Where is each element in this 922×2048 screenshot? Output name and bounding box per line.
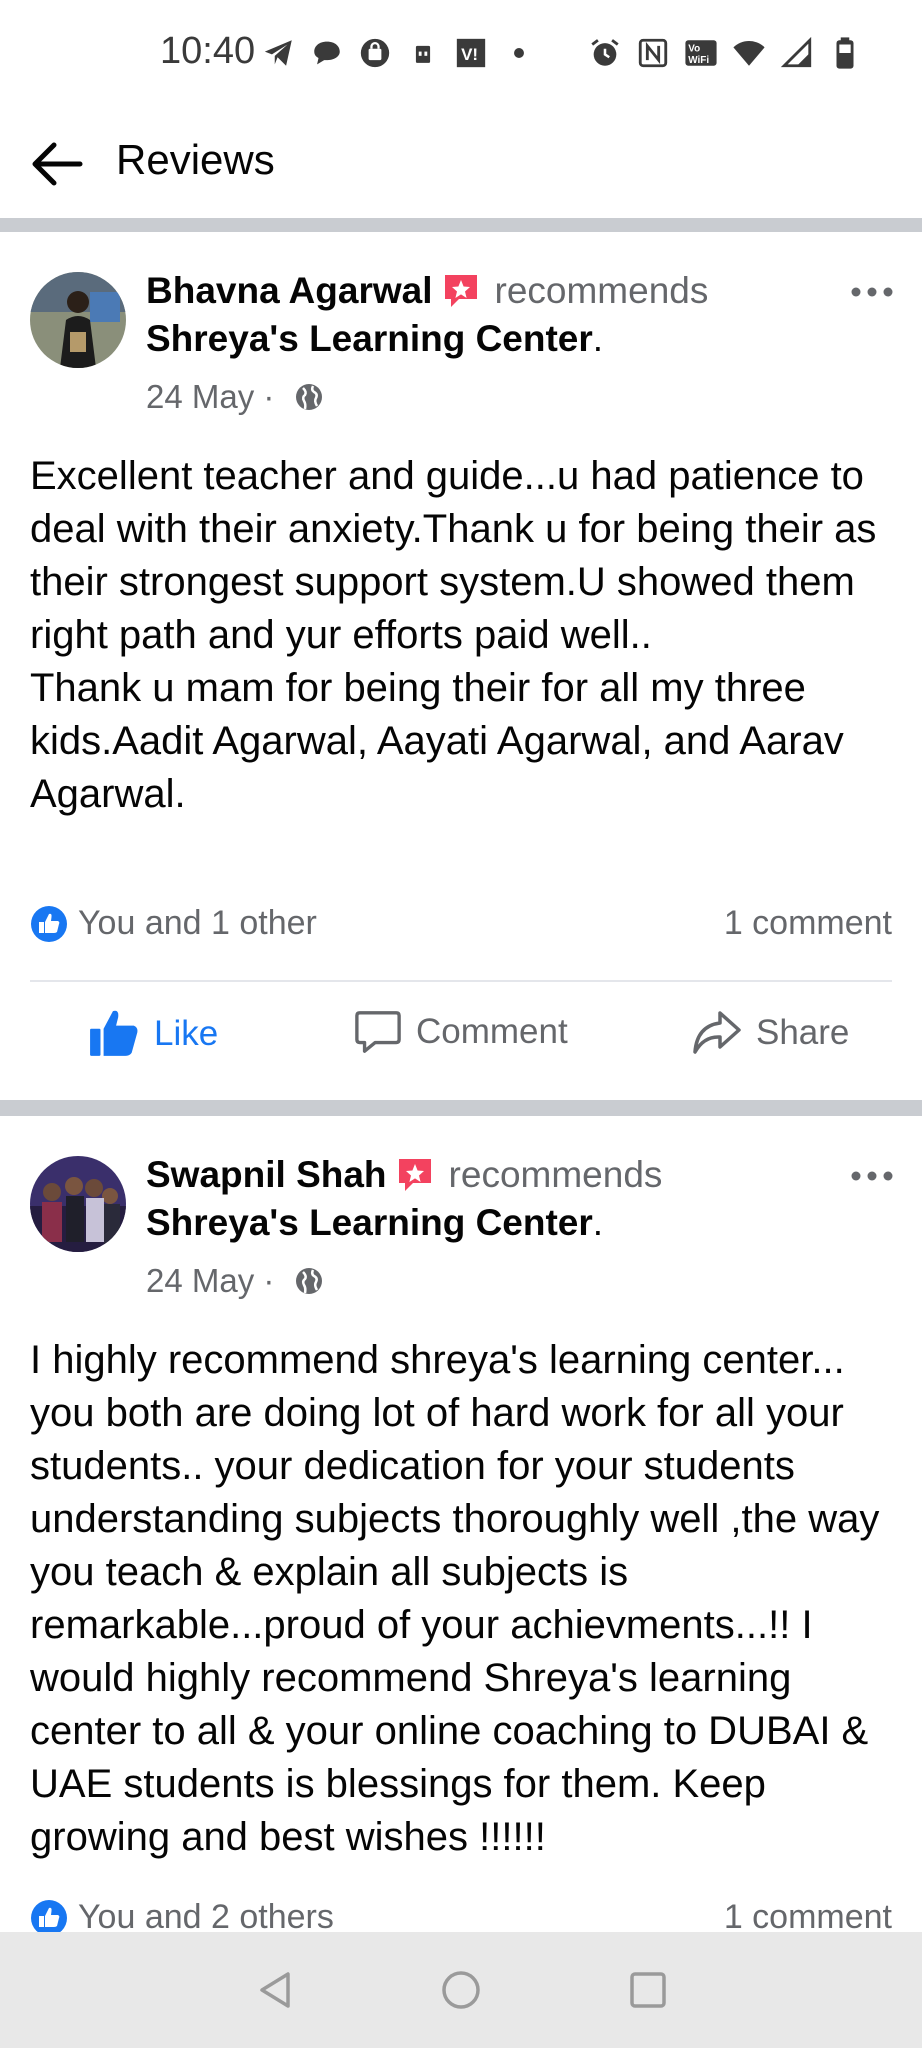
status-bar: 10:40 V! Vo WiFi bbox=[0, 0, 922, 110]
more-options-icon[interactable] bbox=[850, 1166, 894, 1186]
wifi-icon bbox=[732, 36, 766, 70]
svg-text:Vo: Vo bbox=[688, 44, 700, 55]
comment-button[interactable]: Comment bbox=[354, 1008, 568, 1056]
svg-text:WiFi: WiFi bbox=[688, 55, 709, 66]
review-text: Excellent teacher and guide...u had pati… bbox=[30, 454, 877, 816]
meta-separator: · bbox=[254, 1262, 284, 1299]
more-options-icon[interactable] bbox=[850, 282, 894, 302]
back-arrow-icon[interactable] bbox=[28, 135, 86, 193]
like-label: Like bbox=[154, 1014, 219, 1053]
section-divider bbox=[0, 218, 922, 232]
recommendation-star-icon bbox=[444, 275, 477, 307]
like-reaction-icon bbox=[31, 1899, 67, 1936]
like-reaction-icon bbox=[31, 905, 67, 942]
recommendation-star-icon bbox=[398, 1159, 431, 1191]
shopping-bag-icon bbox=[358, 36, 392, 70]
system-nav-bar bbox=[0, 1932, 922, 2048]
reaction-summary[interactable]: You and 1 other bbox=[30, 904, 317, 943]
page-name[interactable]: Shreya's Learning Center bbox=[146, 318, 593, 359]
home-nav-icon[interactable] bbox=[439, 1968, 483, 2012]
telegram-icon bbox=[262, 36, 296, 70]
recommends-label: recommends bbox=[494, 270, 709, 311]
divider bbox=[30, 980, 892, 982]
author-name[interactable]: Bhavna Agarwal bbox=[146, 270, 433, 312]
globe-icon bbox=[295, 1268, 322, 1294]
page-name-line: Shreya's Learning Center. bbox=[146, 318, 603, 360]
back-nav-icon[interactable] bbox=[254, 1968, 298, 2012]
dot-icon bbox=[502, 36, 536, 70]
sim-icon bbox=[406, 36, 440, 70]
post-meta: 24 May · bbox=[146, 1262, 324, 1300]
comment-icon bbox=[355, 1011, 401, 1053]
like-button[interactable]: Like bbox=[88, 1008, 218, 1060]
post-date[interactable]: 24 May bbox=[146, 1262, 254, 1300]
recents-nav-icon[interactable] bbox=[626, 1968, 670, 2012]
post-date[interactable]: 24 May bbox=[146, 378, 254, 416]
signal-icon bbox=[780, 36, 814, 70]
vi-icon: V! bbox=[454, 36, 488, 70]
post-meta: 24 May · bbox=[146, 378, 324, 416]
svg-text:V!: V! bbox=[461, 45, 478, 64]
share-label: Share bbox=[756, 1013, 850, 1052]
app-header: Reviews bbox=[0, 110, 922, 218]
page-name[interactable]: Shreya's Learning Center bbox=[146, 1202, 593, 1243]
globe-icon bbox=[295, 384, 322, 410]
status-time: 10:40 bbox=[160, 30, 256, 72]
thumbs-up-icon bbox=[90, 1010, 138, 1056]
vowifi-icon: Vo WiFi bbox=[684, 36, 718, 70]
battery-icon bbox=[828, 36, 862, 70]
alarm-icon bbox=[588, 36, 622, 70]
author-line: Bhavna Agarwal recommends bbox=[146, 270, 708, 312]
avatar[interactable] bbox=[30, 1156, 126, 1252]
comment-label: Comment bbox=[416, 1012, 568, 1051]
share-button[interactable]: Share bbox=[692, 1008, 849, 1058]
recommends-label: recommends bbox=[448, 1154, 663, 1195]
reaction-text: You and 1 other bbox=[78, 904, 317, 942]
meta-separator: · bbox=[254, 378, 284, 415]
chat-bubble-icon bbox=[310, 36, 344, 70]
page-name-line: Shreya's Learning Center. bbox=[146, 1202, 603, 1244]
review-card: Swapnil Shah recommends Shreya's Learnin… bbox=[0, 1116, 922, 1936]
section-divider bbox=[0, 1100, 922, 1116]
nfc-icon bbox=[636, 36, 670, 70]
review-text: I highly recommend shreya's learning cen… bbox=[30, 1338, 891, 1859]
author-line: Swapnil Shah recommends bbox=[146, 1154, 662, 1196]
page-suffix: . bbox=[592, 1202, 604, 1243]
page-title: Reviews bbox=[116, 136, 275, 183]
avatar[interactable] bbox=[30, 272, 126, 368]
share-icon bbox=[693, 1011, 741, 1054]
page-suffix: . bbox=[592, 318, 604, 359]
author-name[interactable]: Swapnil Shah bbox=[146, 1154, 387, 1196]
comment-count[interactable]: 1 comment bbox=[724, 904, 892, 943]
review-card: Bhavna Agarwal recommends Shreya's Learn… bbox=[0, 232, 922, 1088]
